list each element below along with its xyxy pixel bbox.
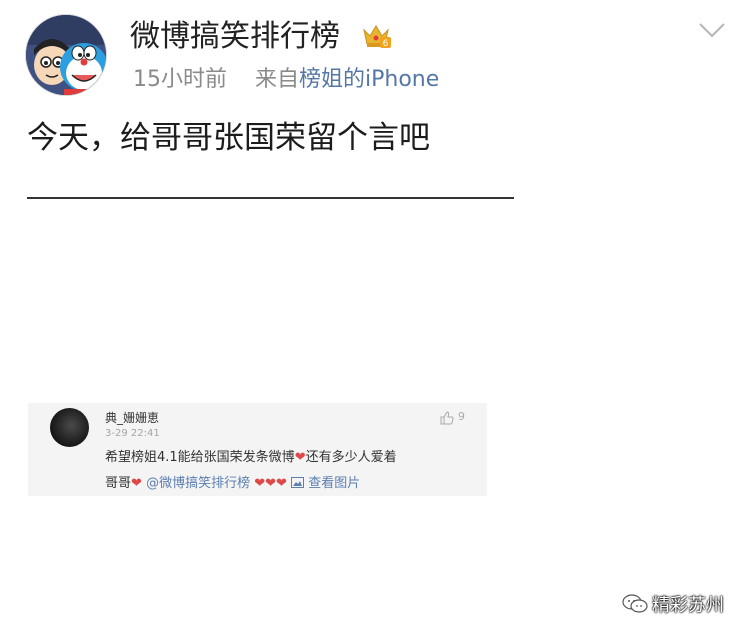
comment-avatar — [50, 408, 89, 447]
avatar[interactable] — [25, 14, 107, 96]
text-underline-divider — [27, 197, 514, 199]
comment-username: 典_姗姗恵 — [105, 411, 160, 425]
watermark-text: 精彩苏州 — [652, 595, 724, 616]
comment-text: 希望榜姐4.1能给张国荣发条微博 — [105, 450, 295, 465]
post-meta: 15小时前 来自榜姐的iPhone — [133, 66, 439, 94]
crown-badge-icon[interactable]: 6 — [361, 21, 391, 51]
comment-like-count: 9 — [458, 410, 465, 423]
heart-icon: ❤ — [131, 476, 142, 491]
comment-text-line-1: 希望榜姐4.1能给张国荣发条微博❤还有多少人爱着 — [105, 449, 397, 467]
mention-link: @微博搞笑排行榜 — [146, 476, 251, 491]
comment-text: 还有多少人爱着 — [305, 450, 397, 465]
heart-icon: ❤ — [294, 450, 306, 465]
post-time: 15小时前 — [133, 67, 227, 92]
image-link-icon — [291, 476, 308, 491]
wechat-icon — [622, 594, 648, 614]
comment-timestamp: 3-29 22:41 — [105, 428, 160, 439]
view-image-link: 查看图片 — [308, 476, 361, 491]
thumbs-up-icon — [440, 410, 454, 425]
hearts-icons: ❤❤❤ — [254, 476, 287, 491]
post-text: 今天，给哥哥张国荣留个言吧 — [27, 120, 430, 156]
badge-level: 6 — [383, 39, 389, 49]
source-prefix: 来自 — [255, 67, 300, 92]
comment-text-line-2: 哥哥❤ @微博搞笑排行榜 ❤❤❤ 查看图片 — [105, 475, 360, 493]
username[interactable]: 微博搞笑排行榜 — [130, 18, 340, 56]
source-link[interactable]: 榜姐的iPhone — [299, 67, 439, 92]
comment-text: 哥哥 — [105, 476, 132, 491]
chevron-down-icon[interactable] — [697, 20, 727, 40]
doraemon-avatar-icon — [26, 15, 106, 95]
